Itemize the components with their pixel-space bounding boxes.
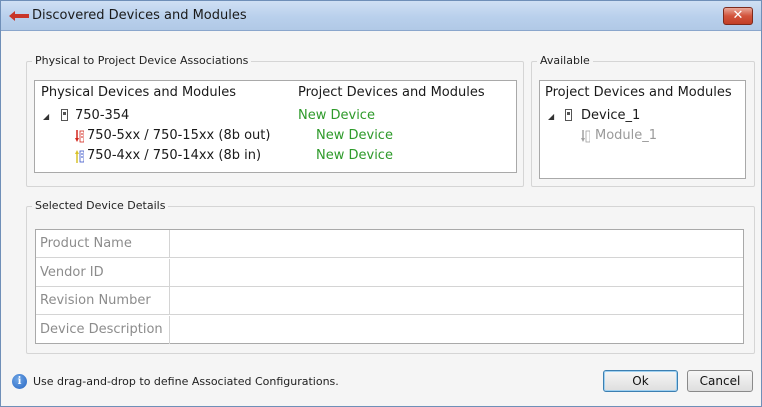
close-button[interactable]: ✕ [723, 7, 753, 25]
cancel-button[interactable]: Cancel [687, 370, 753, 392]
available-device[interactable]: Device_1 [581, 108, 640, 123]
physical-module-8b-in[interactable]: 750-4xx / 750-14xx (8b in) [87, 148, 261, 163]
title-bar: Discovered Devices and Modules ✕ [1, 1, 761, 31]
details-label: Vendor ID [36, 259, 170, 287]
column-available-project-devices[interactable]: Project Devices and Modules [545, 85, 732, 100]
available-group-label: Available [537, 54, 593, 67]
details-row-device-description: Device Description [36, 316, 743, 344]
input-module-icon [75, 150, 84, 163]
device-icon [565, 109, 572, 121]
details-row-revision-number: Revision Number [36, 287, 743, 315]
details-label: Device Description [36, 316, 170, 344]
discovered-devices-dialog: Discovered Devices and Modules ✕ Physica… [0, 0, 762, 407]
column-project-devices[interactable]: Project Devices and Modules [298, 85, 485, 100]
product-name-value [171, 230, 743, 258]
details-label: Product Name [36, 230, 170, 258]
column-physical-devices[interactable]: Physical Devices and Modules [41, 85, 236, 100]
available-list[interactable]: Project Devices and Modules ◢ Device_1 M… [539, 80, 746, 179]
output-module-icon [75, 130, 84, 143]
details-group-label: Selected Device Details [32, 199, 169, 212]
available-module[interactable]: Module_1 [595, 128, 657, 143]
device-link-icon [9, 11, 29, 21]
collapse-arrow-icon[interactable]: ◢ [548, 112, 554, 121]
collapse-arrow-icon[interactable]: ◢ [43, 112, 49, 121]
hint-text: Use drag-and-drop to define Associated C… [33, 375, 339, 388]
vendor-id-value [171, 259, 743, 287]
project-module-assignment[interactable]: New Device [316, 148, 393, 163]
associations-list[interactable]: Physical Devices and Modules Project Dev… [34, 80, 517, 173]
details-table: Product Name Vendor ID Revision Number D… [35, 229, 744, 344]
module-icon [581, 130, 590, 143]
revision-number-value [171, 287, 743, 315]
ok-button[interactable]: Ok [603, 370, 678, 392]
associations-group-label: Physical to Project Device Associations [32, 54, 252, 67]
window-title: Discovered Devices and Modules [32, 8, 247, 23]
details-label: Revision Number [36, 287, 170, 315]
device-description-value [171, 316, 743, 344]
details-row-vendor-id: Vendor ID [36, 259, 743, 287]
project-device-assignment[interactable]: New Device [298, 108, 375, 123]
details-row-product-name: Product Name [36, 230, 743, 258]
device-icon [61, 109, 68, 121]
info-icon: i [12, 374, 27, 389]
project-module-assignment[interactable]: New Device [316, 128, 393, 143]
physical-module-8b-out[interactable]: 750-5xx / 750-15xx (8b out) [87, 128, 270, 143]
physical-device-750-354[interactable]: 750-354 [75, 108, 129, 123]
